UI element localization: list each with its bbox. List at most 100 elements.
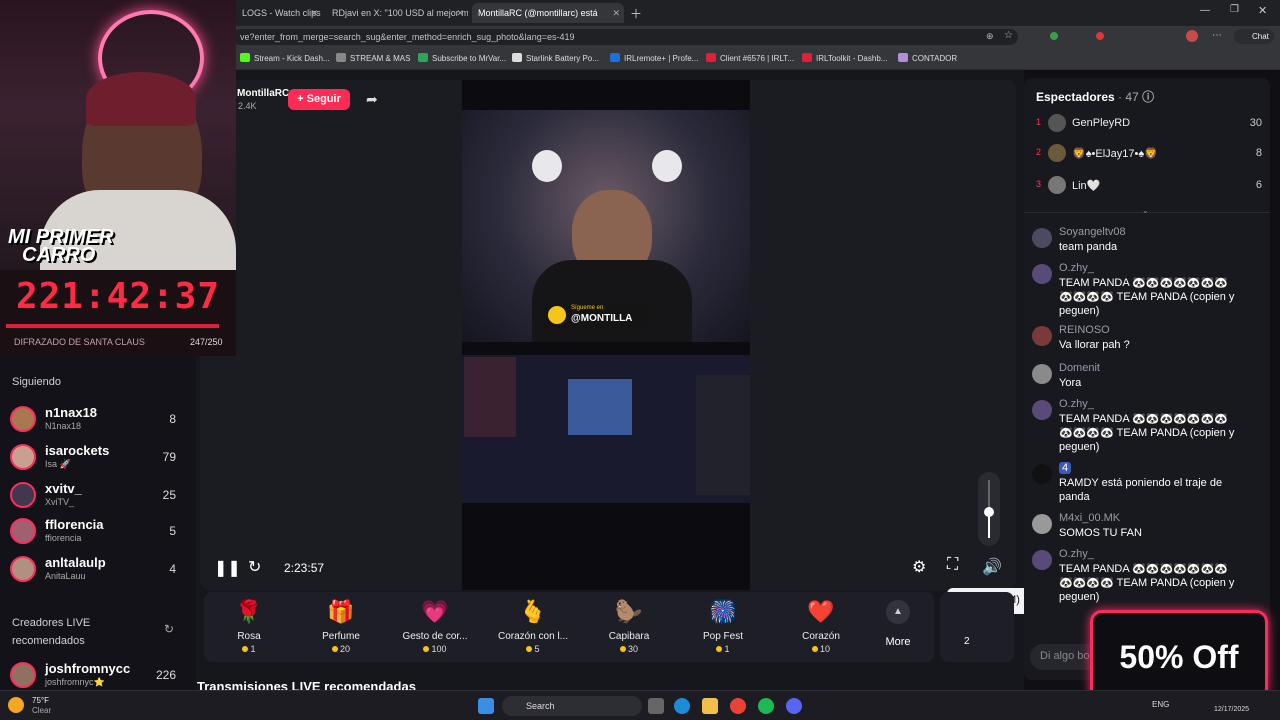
bookmark[interactable]: CONTADOR — [898, 53, 957, 63]
browser-tab[interactable]: RDjavi en X: "100 USD al mejor m ✕ — [326, 3, 468, 23]
heart-icon: ❤️ — [807, 599, 835, 624]
chat-username[interactable]: Soyangeltv08 — [1059, 226, 1126, 238]
rose-icon: 🌹 — [235, 599, 263, 624]
bookmark[interactable]: Client #6576 | IRLT... — [706, 53, 794, 63]
follow-button[interactable]: + Seguir — [288, 89, 350, 110]
browser-tab[interactable]: LOGS - Watch clips o ✕ — [236, 3, 322, 23]
chat-username[interactable]: O.zhy_ — [1059, 262, 1094, 274]
following-item[interactable]: n1nax18 N1nax18 8 — [10, 402, 186, 436]
profile-avatar[interactable] — [1186, 30, 1198, 42]
gift-item[interactable]: 🌹 Rosa 1 — [204, 592, 294, 662]
more-gifts-button[interactable]: More — [874, 636, 922, 648]
viewer-row[interactable]: 1 GenPleyRD 30 — [1036, 114, 1262, 134]
webcam-overlay: MI PRIMER CARRO — [0, 0, 236, 270]
help-icon[interactable]: ⓘ — [1142, 90, 1154, 104]
refresh-icon[interactable]: ↻ — [248, 557, 261, 577]
chat-button-label: Chat — [1252, 32, 1269, 41]
gift-item[interactable]: 🎆 Pop Fest 1 — [678, 592, 768, 662]
close-icon[interactable]: ✕ — [456, 8, 464, 19]
fullscreen-icon[interactable]: ⛶ — [947, 556, 958, 574]
zoom-icon[interactable]: ⊕ — [986, 31, 994, 42]
spotify-icon[interactable] — [758, 698, 774, 714]
gift-item[interactable]: 🦫 Capibara 30 — [584, 592, 674, 662]
task-view-icon[interactable] — [648, 698, 664, 714]
maximize-icon[interactable]: ❐ — [1230, 4, 1239, 15]
avatar — [1032, 514, 1052, 534]
gift-item[interactable]: ❤️ Corazón 10 — [776, 592, 866, 662]
following-name: fflorencia — [45, 517, 104, 532]
viewer-name: 🦁♠•ElJay17•♠🦁 — [1072, 148, 1158, 160]
bookmark[interactable]: STREAM & MAS — [336, 53, 410, 63]
pause-icon[interactable]: ❚❚ — [214, 558, 241, 578]
avatar — [10, 662, 36, 688]
share-icon[interactable]: ➦ — [366, 91, 378, 108]
chat-username[interactable]: M4xi_00.MK — [1059, 512, 1120, 524]
chat-text: TEAM PANDA 🐼🐼🐼🐼🐼🐼🐼 🐼🐼🐼🐼 TEAM PANDA (copi… — [1059, 277, 1235, 317]
file-explorer-icon[interactable] — [702, 698, 718, 714]
chat-badge: 4 — [1059, 462, 1072, 474]
viewer-row[interactable]: 2 🦁♠•ElJay17•♠🦁 8 — [1036, 144, 1262, 164]
chat-button[interactable]: Chat — [1234, 29, 1274, 44]
volume-slider[interactable] — [978, 472, 1000, 546]
streamer-name[interactable]: MontillaRC — [237, 88, 289, 99]
windows-start-icon[interactable] — [478, 698, 494, 714]
viewers-title-text: Espectadores — [1036, 90, 1115, 104]
chat-username[interactable]: Domenit — [1059, 362, 1100, 374]
bookmark[interactable]: IRLToolkit - Dashb... — [802, 53, 887, 63]
following-item[interactable]: fflorencia ffiorencia 5 — [10, 514, 186, 548]
volume-knob[interactable] — [984, 507, 994, 517]
bookmark[interactable]: Starlink Battery Po... — [512, 53, 599, 63]
bookmark-label: Subscribe to MrVar... — [432, 54, 507, 63]
refresh-icon[interactable]: ↻ — [164, 622, 174, 636]
chrome-icon[interactable] — [730, 698, 746, 714]
volume-icon[interactable]: 🔊 — [982, 557, 1002, 577]
gift-name: Capibara — [608, 631, 650, 642]
bookmark[interactable]: Subscribe to MrVar... — [418, 53, 506, 63]
following-name: anltalaulp — [45, 555, 106, 570]
extension-icon[interactable] — [1050, 32, 1058, 40]
star-icon[interactable]: ☆ — [1004, 30, 1013, 41]
avatar — [1048, 114, 1066, 132]
following-name: isarockets — [45, 443, 110, 458]
chat-username[interactable]: O.zhy_ — [1059, 548, 1094, 560]
chevron-up-icon[interactable]: ▲ — [886, 600, 910, 624]
discord-icon[interactable] — [786, 698, 802, 714]
settings-icon[interactable]: ⚙ — [912, 557, 926, 577]
gift-item[interactable]: 🎁 Perfume 20 — [296, 592, 386, 662]
edge-icon[interactable] — [674, 698, 690, 714]
close-window-icon[interactable]: ✕ — [1258, 4, 1267, 17]
new-tab-icon[interactable]: ＋ — [630, 5, 642, 22]
menu-icon[interactable]: ⋯ — [1212, 30, 1222, 41]
banner-line2: CARRO — [22, 244, 96, 266]
avatar — [1032, 550, 1052, 570]
url-field[interactable]: ve?enter_from_merge=search_sug&enter_met… — [232, 29, 1018, 45]
following-item[interactable]: xvitv_ XviTV_ 25 — [10, 478, 186, 512]
taskbar-search[interactable]: Search — [502, 696, 642, 716]
gifts-bar: 🌹 Rosa 1 🎁 Perfume 20 💗 Gesto de cor... 100 🫰 C… — [204, 592, 934, 662]
gift-item[interactable]: 💗 Gesto de cor... 100 — [390, 592, 480, 662]
minimize-icon[interactable]: — — [1200, 5, 1210, 16]
bookmark[interactable]: Stream - Kick Dash... — [240, 53, 330, 63]
browser-tab-active[interactable]: MontillaRC (@montillarc) está ✕ — [472, 3, 624, 23]
viewer-row[interactable]: 3 Lin🤍 6 — [1036, 176, 1262, 196]
bookmark[interactable]: IRLremote+ | Profe... — [610, 53, 698, 63]
language-indicator[interactable]: ENG — [1152, 700, 1169, 709]
chat-username[interactable]: REINOSO — [1059, 324, 1110, 336]
following-item[interactable]: anltalaulp AnitaLauu 4 — [10, 552, 186, 586]
close-icon[interactable]: ✕ — [310, 8, 318, 19]
weather-desc: Clear — [32, 706, 52, 715]
chat-username[interactable]: O.zhy_ — [1059, 398, 1094, 410]
chevron-down-icon[interactable]: ⌄ — [1142, 206, 1149, 215]
extension-icon[interactable] — [1096, 32, 1104, 40]
viewers-count: · 47 — [1118, 90, 1139, 104]
taskbar-date[interactable]: 12/17/2025 — [1214, 706, 1249, 713]
weather-icon — [8, 697, 24, 713]
recommended-item[interactable]: joshfromnycc joshfromnyc⭐ 226 — [10, 658, 186, 692]
gift-item[interactable]: 🫰 Corazón con l... 5 — [488, 592, 578, 662]
viewer-count: 226 — [155, 668, 176, 682]
capybara-icon: 🦫 — [615, 599, 643, 624]
following-item[interactable]: isarockets Isa 🚀 79 — [10, 440, 186, 474]
close-icon[interactable]: ✕ — [612, 8, 620, 19]
coins-panel[interactable]: 2 — [940, 592, 1014, 662]
gift-price-value: 1 — [724, 644, 730, 654]
